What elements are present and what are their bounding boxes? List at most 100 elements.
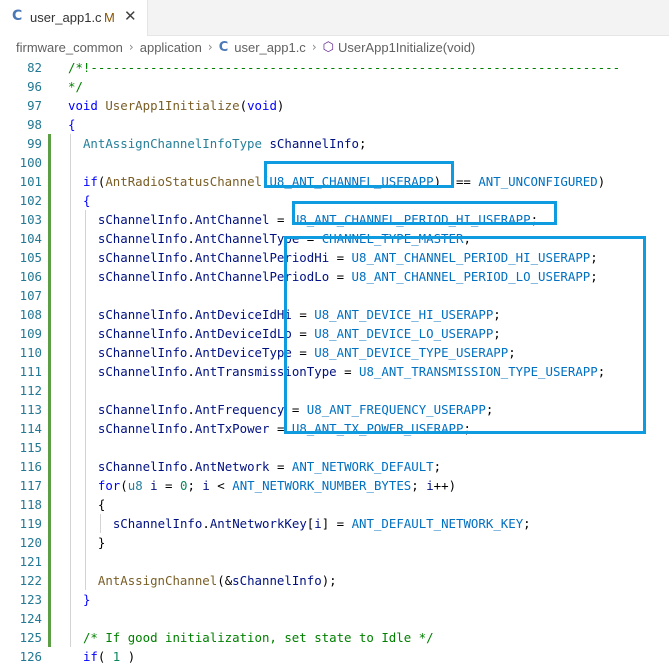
code-token: .	[202, 516, 210, 531]
code-token: sChannelInfo	[232, 573, 322, 588]
code-token: (	[120, 478, 128, 493]
highlight-box	[284, 236, 646, 434]
code-token: AntAssignChannel	[97, 573, 218, 588]
code-text: /*!-------------------------------------…	[68, 58, 620, 77]
line-number: 115	[19, 440, 42, 455]
code-text: AntAssignChannel(&sChannelInfo);	[98, 571, 337, 590]
code-line[interactable]: 122 AntAssignChannel(&sChannelInfo);	[0, 571, 669, 590]
line-number: 116	[19, 459, 42, 474]
code-token: AntFrequency	[194, 402, 285, 417]
code-token: AntNetworkKey	[209, 516, 307, 531]
breadcrumb: firmware_common › application › C user_a…	[0, 36, 669, 58]
code-line[interactable]: 125 /* If good initialization, set state …	[0, 628, 669, 647]
code-token: =	[269, 459, 292, 474]
code-token: ;	[411, 478, 427, 493]
line-number: 117	[19, 478, 42, 493]
code-line[interactable]: 98 {	[0, 115, 669, 134]
code-text: {	[83, 191, 90, 210]
code-token: */	[68, 79, 83, 94]
code-token: sChannelInfo	[97, 231, 188, 246]
code-token: ++)	[433, 478, 457, 493]
breadcrumb-item-folder[interactable]: firmware_common	[16, 40, 123, 55]
line-number: 126	[19, 649, 42, 663]
chevron-right-icon: ›	[311, 40, 317, 54]
code-token: sChannelInfo	[97, 364, 188, 379]
code-token: ANT_UNCONFIGURED	[478, 174, 598, 189]
code-token: .	[187, 364, 195, 379]
code-line[interactable]: 120}	[0, 533, 669, 552]
code-text: for(u8 i = 0; i < ANT_NETWORK_NUMBER_BYT…	[98, 476, 456, 495]
modified-marker: M	[104, 10, 115, 25]
close-icon[interactable]: ✕	[124, 7, 137, 25]
code-line[interactable]: 121	[0, 552, 669, 571]
code-token: (&	[217, 573, 233, 588]
code-line[interactable]: 123}	[0, 590, 669, 609]
code-token: sChannelInfo	[97, 402, 188, 417]
breadcrumb-item-folder[interactable]: application	[140, 40, 202, 55]
code-text: }	[83, 590, 90, 609]
code-token: AntRadioStatusChannel	[105, 174, 262, 189]
code-text: void UserApp1Initialize(void)	[68, 96, 284, 115]
code-token: AntNetwork	[194, 459, 270, 474]
code-line[interactable]: 116 sChannelInfo.AntNetwork = ANT_NETWORK…	[0, 457, 669, 476]
code-text: sChannelInfo.AntNetworkKey[i] = ANT_DEFA…	[113, 514, 531, 533]
breadcrumb-item-symbol[interactable]: UserApp1Initialize(void)	[338, 40, 475, 55]
line-number: 99	[27, 136, 42, 151]
code-line[interactable]: 115	[0, 438, 669, 457]
code-token: .	[187, 231, 195, 246]
indent-guide	[85, 210, 86, 590]
code-line[interactable]: 117 for(u8 i = 0; i < ANT_NETWORK_NUMBER_…	[0, 476, 669, 495]
line-number: 122	[19, 573, 42, 588]
code-line[interactable]: 118 {	[0, 495, 669, 514]
code-token: sChannelInfo	[112, 516, 203, 531]
line-number: 98	[27, 117, 42, 132]
code-token: .	[187, 402, 195, 417]
code-line[interactable]: 99 AntAssignChannelInfoType sChannelInfo;	[0, 134, 669, 153]
code-token: sChannelInfo	[269, 136, 359, 151]
code-token: ;	[523, 516, 531, 531]
code-token: for	[97, 478, 121, 493]
code-token: (	[239, 98, 248, 113]
code-text: AntAssignChannelInfoType sChannelInfo;	[83, 134, 367, 153]
code-token: AntDeviceIdLo	[194, 326, 292, 341]
line-number: 113	[19, 402, 42, 417]
code-token: if	[82, 649, 98, 663]
code-line[interactable]: 82 /*!-----------------------------------…	[0, 58, 669, 77]
code-token: );	[321, 573, 337, 588]
code-line[interactable]: 124	[0, 609, 669, 628]
code-token: {	[68, 117, 76, 132]
code-token: )	[276, 98, 285, 113]
code-line[interactable]: 126 if( 1 )	[0, 647, 669, 663]
line-number: 111	[19, 364, 42, 379]
code-token: .	[187, 250, 195, 265]
code-text: */	[68, 77, 83, 96]
code-token: ;	[433, 459, 442, 474]
line-number: 96	[27, 79, 42, 94]
line-number: 107	[19, 288, 42, 303]
line-number: 118	[19, 497, 42, 512]
code-line[interactable]: 97 void UserApp1Initialize(void)	[0, 96, 669, 115]
breadcrumb-item-file[interactable]: user_app1.c	[234, 40, 306, 55]
code-text: sChannelInfo.AntNetwork = ANT_NETWORK_DE…	[98, 457, 441, 476]
chevron-right-icon: ›	[207, 40, 213, 54]
indent-guide	[70, 134, 71, 647]
code-token: /* If good initialization, set state to …	[82, 630, 434, 645]
line-number: 109	[19, 326, 42, 341]
code-token: i	[150, 478, 158, 493]
code-token: }	[97, 535, 106, 550]
code-text: {	[68, 115, 75, 134]
code-token: <	[209, 478, 233, 493]
git-added-indicator[interactable]	[48, 134, 51, 647]
code-token: i	[314, 516, 322, 531]
code-token: )	[597, 174, 606, 189]
code-token: sChannelInfo	[97, 326, 188, 341]
line-number: 123	[19, 592, 42, 607]
code-token: AntChannel	[194, 212, 270, 227]
code-token: }	[82, 592, 91, 607]
code-line[interactable]: 96 */	[0, 77, 669, 96]
code-token: .	[187, 212, 195, 227]
tab-user-app1-c[interactable]: C user_app1.c M ✕	[0, 0, 148, 36]
code-token: i	[202, 478, 210, 493]
line-number: 108	[19, 307, 42, 322]
code-editor[interactable]: 82 /*!-----------------------------------…	[0, 58, 669, 663]
